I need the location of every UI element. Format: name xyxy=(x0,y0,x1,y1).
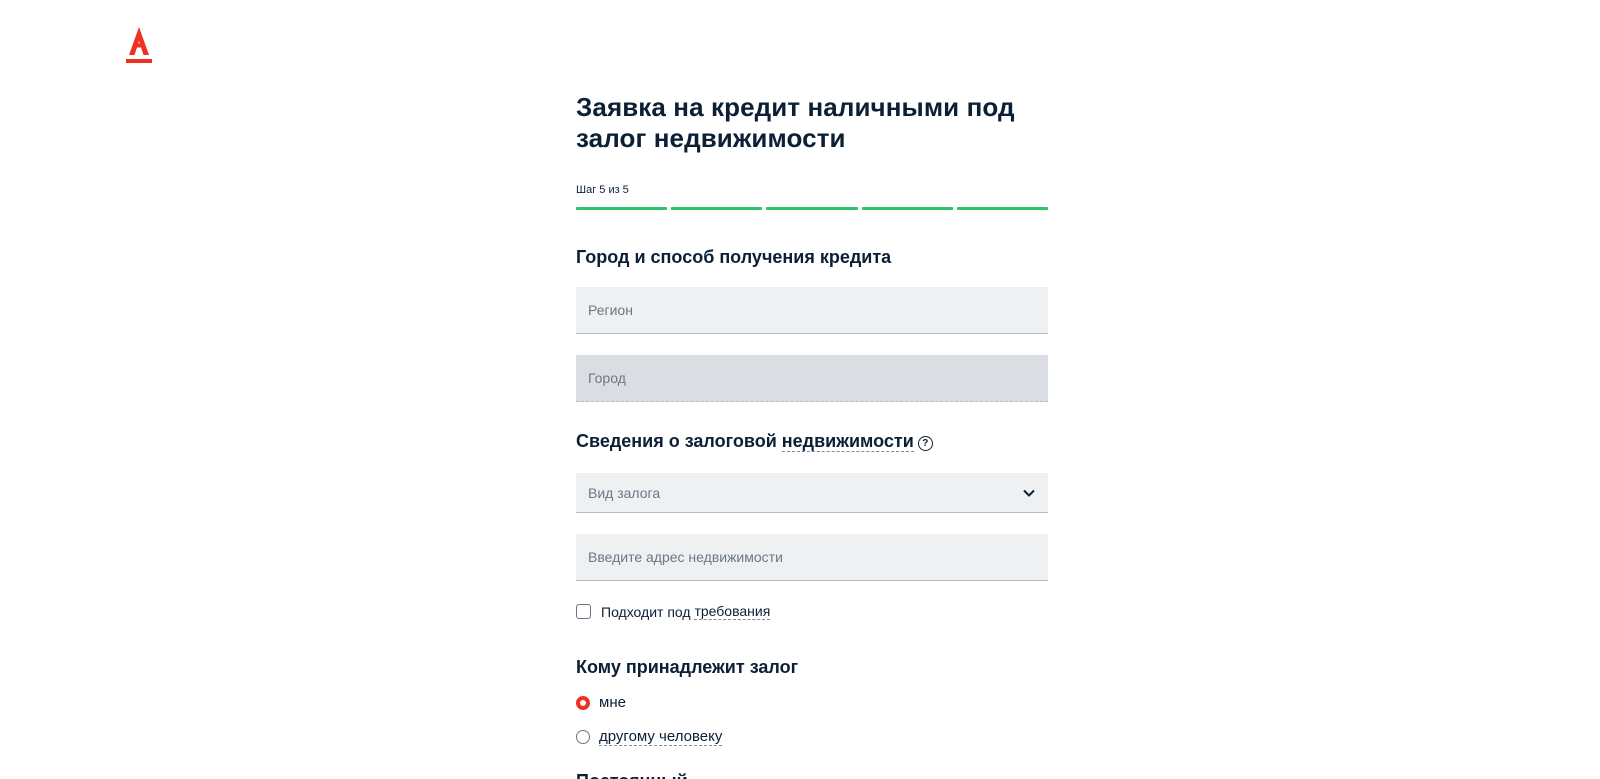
collateral-type-select[interactable]: Вид залога xyxy=(576,473,1048,513)
step-indicator: Шаг 5 из 5 xyxy=(576,184,629,196)
owner-option-other-label[interactable]: другому человеку xyxy=(599,728,723,746)
page-title: Заявка на кредит наличными под залог нед… xyxy=(576,92,1015,153)
progress-segment-3 xyxy=(766,207,858,210)
property-section-title-prefix: Сведения о залоговой xyxy=(576,431,782,451)
progress-segment-4 xyxy=(861,207,953,210)
progress-segment-5 xyxy=(956,207,1049,210)
question-circle-icon[interactable]: ? xyxy=(917,436,933,451)
requirements-checkbox[interactable] xyxy=(576,604,591,619)
progress-segment-2 xyxy=(671,207,763,210)
step-progress-bar xyxy=(576,207,1049,210)
requirements-link[interactable]: требования xyxy=(694,603,771,620)
alfa-bank-logo-icon[interactable] xyxy=(126,24,152,66)
progress-segment-1 xyxy=(576,207,668,210)
owner-option-me-label: мне xyxy=(599,694,626,711)
owner-radio-other[interactable] xyxy=(576,730,590,744)
next-section-title: Постоянный xyxy=(576,770,688,779)
chevron-down-icon xyxy=(1023,489,1035,497)
page: Заявка на кредит наличными под залог нед… xyxy=(0,0,1600,779)
requirements-checkbox-label: Подходит под xyxy=(601,603,691,620)
owner-option-me[interactable]: мне xyxy=(576,694,626,711)
owner-option-other[interactable]: другому человеку xyxy=(576,728,723,746)
region-field[interactable] xyxy=(576,287,1048,334)
property-address-input[interactable] xyxy=(576,534,1048,580)
collateral-type-placeholder: Вид залога xyxy=(588,484,661,501)
city-input[interactable] xyxy=(576,355,1048,401)
owner-section-title: Кому принадлежит залог xyxy=(576,657,799,677)
property-link[interactable]: недвижимости xyxy=(781,431,914,452)
city-section-title: Город и способ получения кредита xyxy=(576,247,892,267)
property-address-field[interactable] xyxy=(576,534,1048,581)
owner-radio-me[interactable] xyxy=(576,695,590,710)
region-input[interactable] xyxy=(576,287,1048,333)
property-section-title: Сведения о залоговой недвижимости? xyxy=(576,430,933,452)
requirements-checkbox-row[interactable]: Подходит под требования xyxy=(576,603,771,620)
city-field[interactable] xyxy=(576,355,1048,402)
